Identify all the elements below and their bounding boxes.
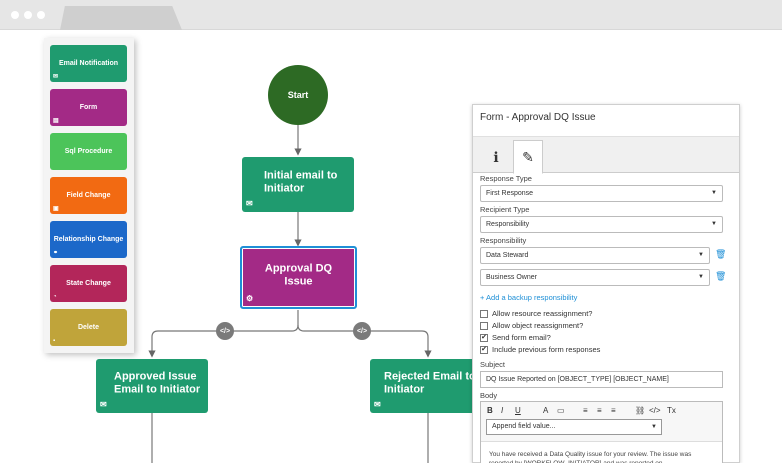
caret-down-icon: ▼ <box>711 190 717 196</box>
align-button[interactable]: ≡ <box>611 406 616 415</box>
palette-item-label: Sql Procedure <box>64 147 113 155</box>
checkbox-allow-resource-reassignment[interactable]: Allow resource reassignment? <box>480 309 592 318</box>
pencil-icon: ✎ <box>522 148 534 165</box>
decision-icon[interactable]: </> <box>216 322 234 340</box>
italic-button[interactable]: I <box>501 406 503 415</box>
envelope-icon: ✉ <box>246 199 253 208</box>
node-label: Approved Issue Email to Initiator <box>114 370 201 396</box>
envelope-icon: ✉ <box>53 74 59 80</box>
checkbox-label: Allow object reassignment? <box>492 321 584 330</box>
unordered-list-button[interactable]: ≡ <box>597 406 602 415</box>
palette-item-label: Form <box>79 103 98 111</box>
tab-info[interactable]: ℹ <box>481 140 511 174</box>
response-type-label: Response Type <box>480 174 532 183</box>
select-value: Append field value... <box>492 423 556 430</box>
caret-down-icon: ▼ <box>698 252 704 258</box>
responsibility-select-backup[interactable]: Business Owner ▼ <box>480 269 710 286</box>
relationship-icon: ⚭ <box>53 250 59 256</box>
settings-sliders-icon: ⚙ <box>246 294 254 303</box>
checkbox-label: Send form email? <box>492 333 551 342</box>
palette-item-email-notification[interactable]: Email Notification ✉ <box>50 45 127 82</box>
panel-tabs: ℹ ✎ <box>473 136 739 174</box>
palette-item-sql-procedure[interactable]: Sql Procedure <box>50 133 127 170</box>
form-icon: ▤ <box>53 118 59 124</box>
tab-edit[interactable]: ✎ <box>513 140 543 174</box>
node-palette: Email Notification ✉ Form ▤ Sql Procedur… <box>44 38 134 353</box>
node-approved-issue-email[interactable]: Approved Issue Email to Initiator ✉ <box>96 359 208 413</box>
caret-down-icon: ▼ <box>711 221 717 227</box>
info-icon: ℹ <box>493 148 499 165</box>
palette-item-label: Delete <box>77 323 99 331</box>
append-field-select[interactable]: Append field value... ▼ <box>486 419 662 435</box>
trash-icon[interactable]: 🗑 <box>715 249 726 260</box>
subject-input[interactable]: DQ Issue Reported on [OBJECT_TYPE] [OBJE… <box>480 371 723 388</box>
palette-item-relationship-change[interactable]: Relationship Change ⚭ <box>50 221 127 258</box>
clear-format-button[interactable]: Tx <box>667 406 676 415</box>
panel-title: Form - Approval DQ Issue <box>480 112 596 123</box>
node-initial-email[interactable]: Initial email to Initiator ✉ <box>242 157 354 212</box>
node-label: Approval DQ Issue <box>264 261 333 287</box>
font-color-button[interactable]: A <box>543 406 548 415</box>
properties-panel: Form - Approval DQ Issue ℹ ✎ Response Ty… <box>472 104 740 463</box>
envelope-icon: ✉ <box>100 400 107 409</box>
checkbox-allow-object-reassignment[interactable]: Allow object reassignment? <box>480 321 583 330</box>
subject-label: Subject <box>480 360 506 369</box>
link-button[interactable]: ⛓ <box>635 406 645 415</box>
select-value: First Response <box>486 190 534 197</box>
highlight-button[interactable]: ▭ <box>557 406 565 415</box>
caret-down-icon: ▼ <box>698 274 704 280</box>
node-label: Initial email to Initiator <box>264 168 338 194</box>
palette-item-state-change[interactable]: State Change ◔ <box>50 265 127 302</box>
recipient-type-label: Recipient Type <box>480 205 530 214</box>
response-type-select[interactable]: First Response ▼ <box>480 185 723 202</box>
node-approval-dq-issue[interactable]: Approval DQ Issue ⚙ <box>240 246 357 309</box>
add-backup-responsibility-link[interactable]: + Add a backup responsibility <box>480 293 577 302</box>
underline-button[interactable]: U <box>515 406 521 415</box>
node-label: Rejected Email to Initiator <box>384 370 476 396</box>
select-value: Data Steward <box>486 252 529 259</box>
palette-item-field-change[interactable]: Field Change ▣ <box>50 177 127 214</box>
body-text: You have received a Data Quality issue f… <box>489 451 692 463</box>
caret-down-icon: ▼ <box>651 424 657 430</box>
state-icon: ◔ <box>53 294 57 300</box>
checkbox-label: Include previous form responses <box>492 345 601 354</box>
checkbox-include-previous-responses[interactable]: ✔ Include previous form responses <box>480 345 600 354</box>
decision-icon[interactable]: </> <box>353 322 371 340</box>
responsibility-select[interactable]: Data Steward ▼ <box>480 247 710 264</box>
body-label: Body <box>480 391 498 400</box>
select-value: Business Owner <box>486 274 537 281</box>
palette-item-label: Email Notification <box>58 59 119 67</box>
select-value: Responsibility <box>486 221 530 228</box>
editor-toolbar: B I U A ▭ ≡ ≡ ≡ ⛓ </> Tx Append field va… <box>481 402 722 442</box>
palette-item-delete[interactable]: Delete ▪ <box>50 309 127 346</box>
checkbox[interactable] <box>480 309 488 318</box>
checkbox-send-form-email[interactable]: ✔ Send form email? <box>480 333 551 342</box>
body-editor[interactable]: B I U A ▭ ≡ ≡ ≡ ⛓ </> Tx Append field va… <box>480 401 723 463</box>
palette-item-label: State Change <box>66 279 111 287</box>
bold-button[interactable]: B <box>487 406 493 415</box>
responsibility-label: Responsibility <box>480 236 527 245</box>
palette-item-label: Relationship Change <box>53 235 124 243</box>
checkbox-label: Allow resource reassignment? <box>492 309 593 318</box>
checkbox-checked[interactable]: ✔ <box>480 345 488 354</box>
trash-icon: ▪ <box>53 338 56 344</box>
trash-icon[interactable]: 🗑 <box>715 271 726 282</box>
envelope-icon: ✉ <box>374 400 381 409</box>
node-rejected-email[interactable]: Rejected Email to Initiator ✉ <box>370 359 482 413</box>
field-icon: ▣ <box>53 206 59 212</box>
ordered-list-button[interactable]: ≡ <box>583 406 588 415</box>
code-button[interactable]: </> <box>649 406 661 415</box>
start-node[interactable]: Start <box>268 65 328 125</box>
checkbox-checked[interactable]: ✔ <box>480 333 488 342</box>
checkbox[interactable] <box>480 321 488 330</box>
palette-item-form[interactable]: Form ▤ <box>50 89 127 126</box>
recipient-type-select[interactable]: Responsibility ▼ <box>480 216 723 233</box>
palette-item-label: Field Change <box>66 191 111 199</box>
